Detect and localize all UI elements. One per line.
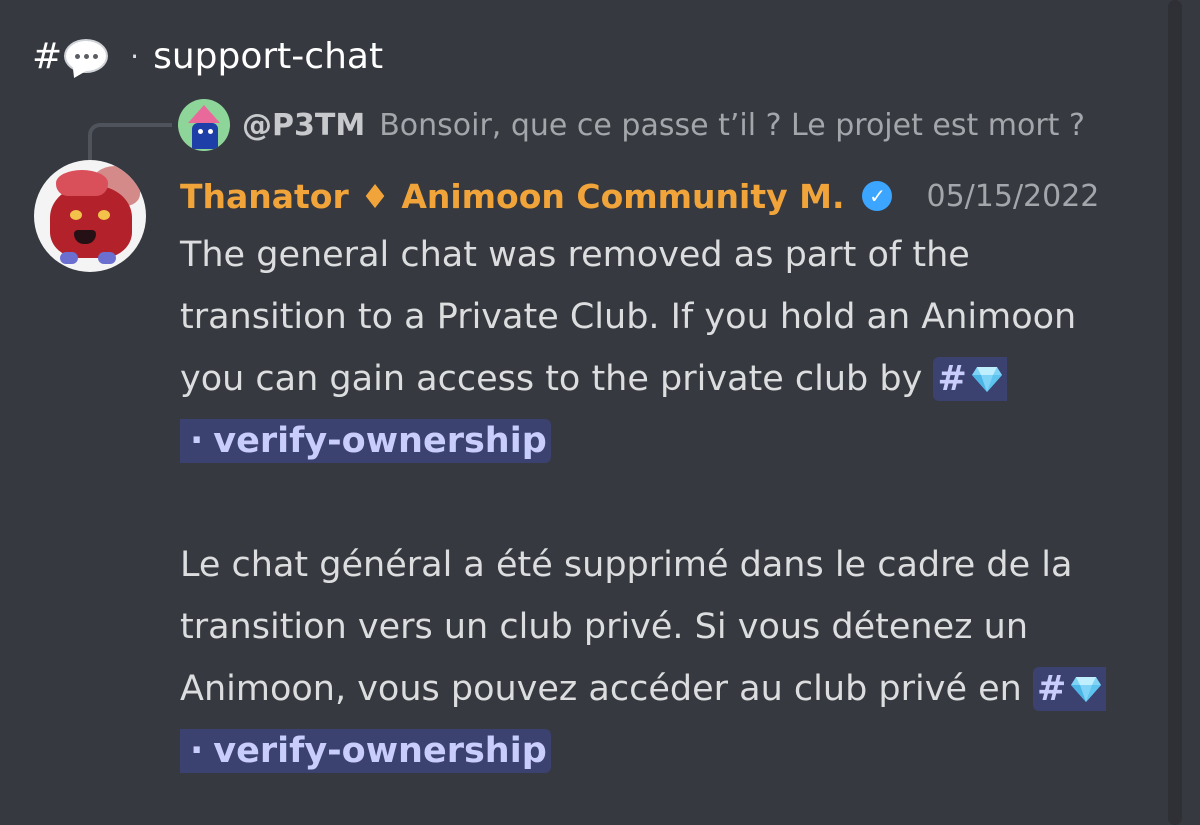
message-header: Thanator ♦ Animoon Community M. ✓ 05/15/… [180, 172, 1099, 220]
gem-icon [1071, 677, 1102, 702]
verified-badge-icon: ✓ [862, 181, 893, 211]
scrollbar[interactable] [1168, 0, 1182, 825]
reply-text[interactable]: Bonsoir, que ce passe t’il ? Le projet e… [379, 108, 1085, 143]
message-content: The general chat was removed as part of … [180, 224, 1145, 782]
channel-hash: # [32, 35, 63, 77]
reply-connector [88, 123, 172, 163]
avatar[interactable] [34, 160, 146, 272]
gem-icon [971, 367, 1002, 392]
reply-author[interactable]: @P3TM [242, 108, 365, 143]
message-author[interactable]: Thanator ♦ Animoon Community M. [180, 177, 844, 216]
paragraph-text: Le chat général a été supprimé dans le c… [180, 545, 1073, 709]
mention-channel-name: verify-ownership [213, 731, 547, 771]
mention-hash: # [1036, 669, 1067, 709]
reply-preview[interactable]: @P3TM Bonsoir, que ce passe t’il ? Le pr… [178, 99, 1085, 151]
channel-name[interactable]: support-chat [153, 36, 383, 77]
message-timestamp: 05/15/2022 [926, 178, 1100, 214]
channel-header: # · support-chat [32, 28, 383, 84]
mention-separator: · [190, 421, 204, 461]
reply-avatar[interactable] [178, 99, 230, 151]
mention-hash: # [937, 359, 967, 399]
channel-separator: · [130, 39, 140, 73]
message-paragraph-en: The general chat was removed as part of … [180, 224, 1145, 472]
message-paragraph-fr: Le chat général a été supprimé dans le c… [180, 534, 1145, 782]
mention-separator: · [190, 731, 204, 771]
mention-channel-name: verify-ownership [213, 421, 547, 461]
speech-bubble-icon [64, 39, 109, 73]
